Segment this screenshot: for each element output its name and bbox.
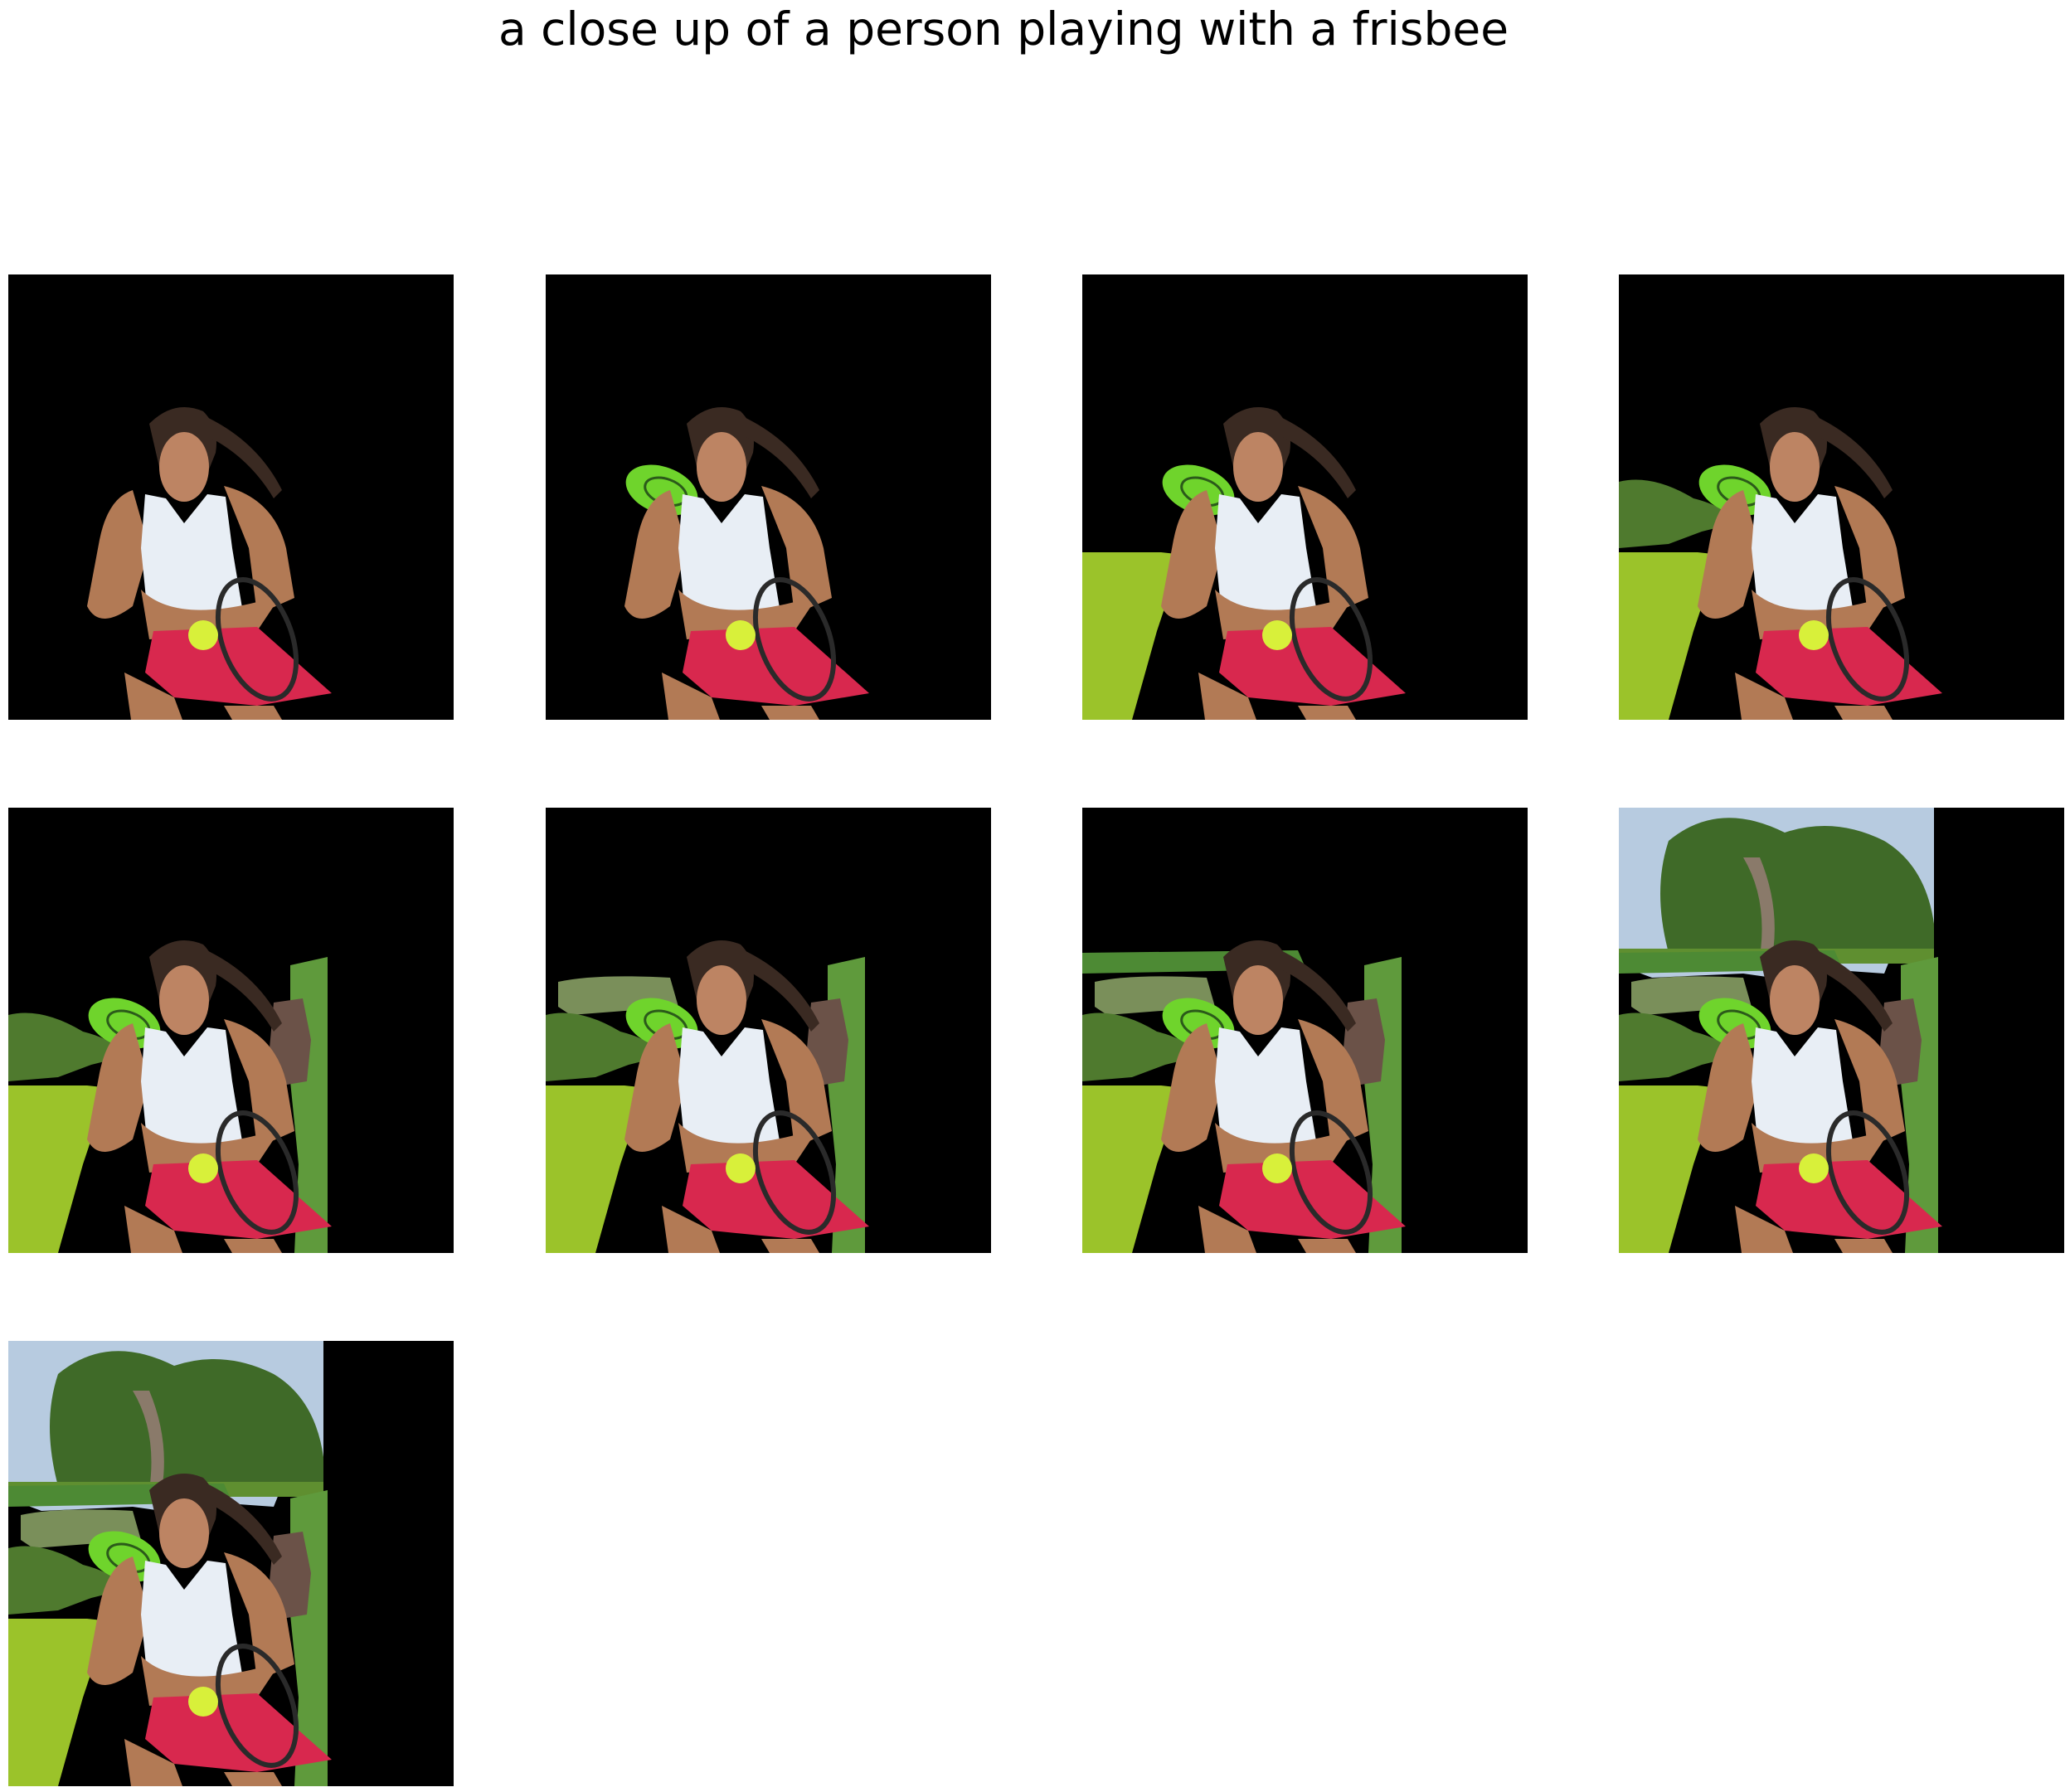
image-panel (1082, 274, 1528, 720)
leg-right (1834, 706, 1893, 720)
panel-canvas (8, 808, 454, 1253)
face (159, 1498, 209, 1568)
panel-canvas (1082, 274, 1528, 720)
tennis-ball (188, 620, 218, 650)
image-panel (8, 274, 454, 720)
image-panel (546, 808, 991, 1253)
panel-canvas (546, 274, 991, 720)
panel-canvas (8, 274, 454, 720)
tennis-ball (188, 1687, 218, 1717)
face (159, 432, 209, 502)
leg-right (224, 1239, 282, 1253)
image-panel (546, 274, 991, 720)
leg-right (1834, 1239, 1893, 1253)
face (1770, 965, 1820, 1035)
face (1233, 965, 1283, 1035)
image-panel (1619, 274, 2064, 720)
panel-canvas (1619, 808, 2064, 1253)
leg-right (761, 1239, 819, 1253)
image-panel (8, 808, 454, 1253)
face (159, 965, 209, 1035)
tennis-ball (188, 1153, 218, 1183)
image-panel (8, 1341, 454, 1786)
figure-title: a close up of a person playing with a fr… (498, 2, 1509, 56)
leg-right (224, 706, 282, 720)
image-panel (1619, 808, 2064, 1253)
image-panel (1082, 808, 1528, 1253)
face (697, 432, 746, 502)
leg-right (1298, 706, 1356, 720)
leg-right (1298, 1239, 1356, 1253)
tennis-ball (1799, 620, 1829, 650)
face (1233, 432, 1283, 502)
tennis-ball (1799, 1153, 1829, 1183)
tennis-ball (1262, 1153, 1292, 1183)
tennis-ball (726, 620, 756, 650)
panel-canvas (8, 1341, 454, 1786)
panel-canvas (1619, 274, 2064, 720)
panel-canvas (546, 808, 991, 1253)
tennis-ball (1262, 620, 1292, 650)
face (697, 965, 746, 1035)
tennis-ball (726, 1153, 756, 1183)
face (1770, 432, 1820, 502)
panel-canvas (1082, 808, 1528, 1253)
leg-right (761, 706, 819, 720)
leg-right (224, 1772, 282, 1786)
